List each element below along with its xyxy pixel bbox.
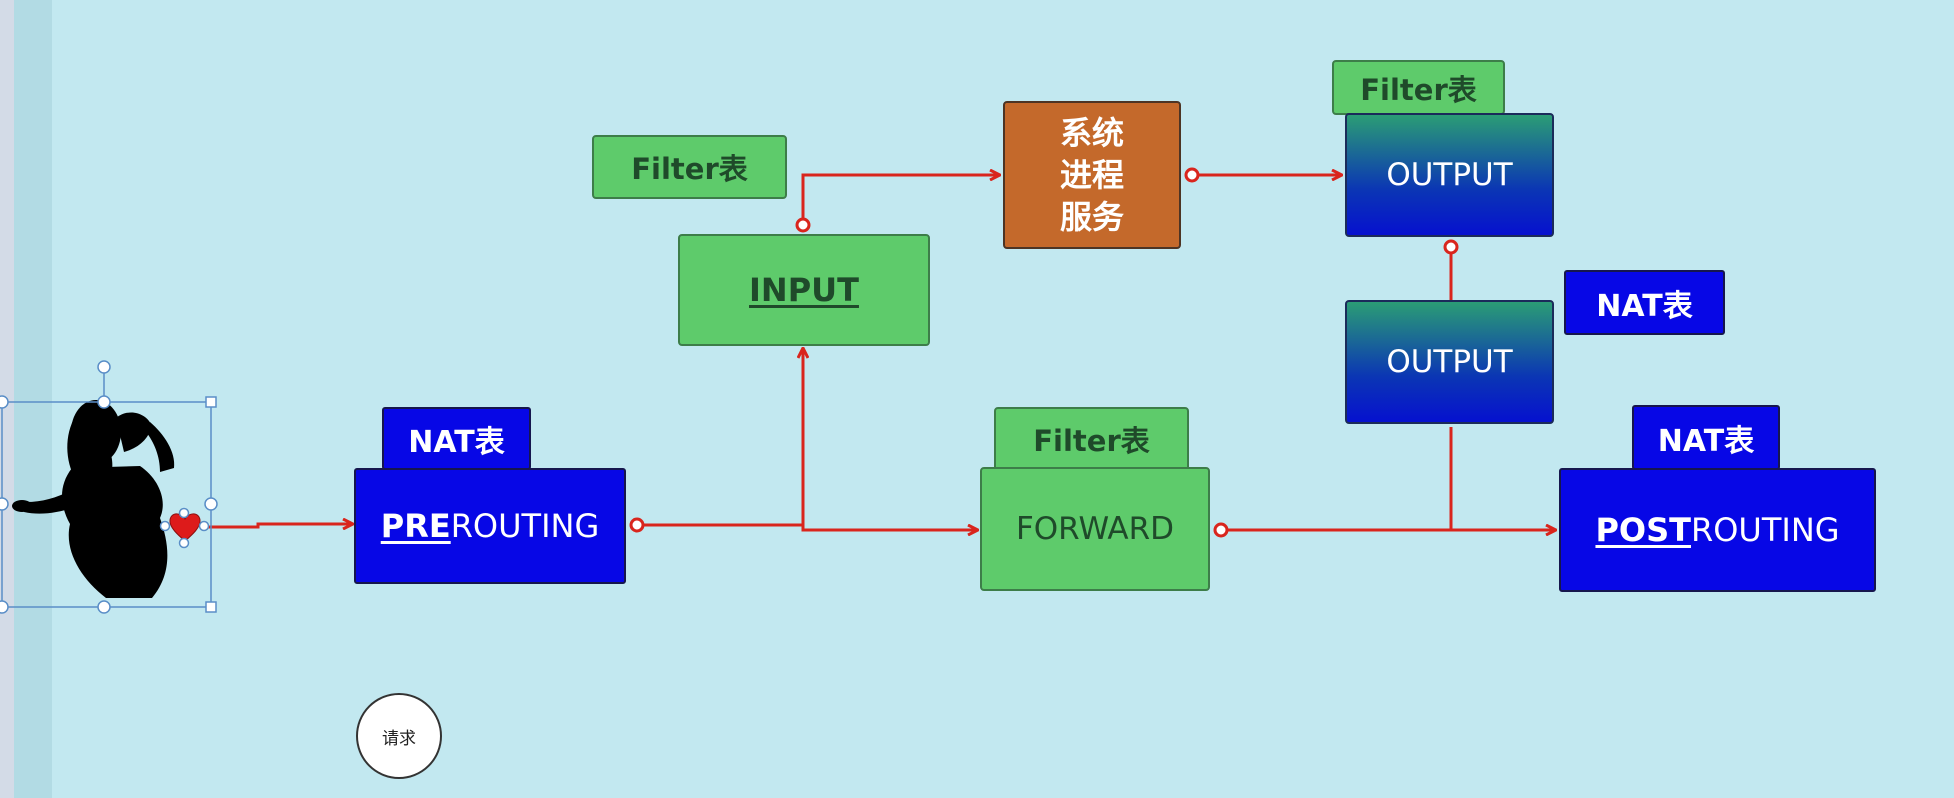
connector-point-output (1443, 239, 1459, 255)
forward-label: FORWARD (1015, 511, 1175, 547)
system-process-label: 系统 进程 服务 (1059, 114, 1124, 236)
postrouting-label-prefix: POST (1595, 511, 1691, 549)
prerouting-chain-box[interactable]: PRE ROUTING (354, 468, 626, 584)
output-nat-label: OUTPUT (1386, 344, 1513, 380)
connector-point-forward (1213, 522, 1229, 538)
output-filter-label: OUTPUT (1386, 157, 1513, 193)
woman-silhouette-icon (12, 400, 175, 598)
arrow-prerouting-to-forward (637, 523, 978, 530)
filter-table-tag-forward[interactable]: Filter表 (994, 407, 1189, 471)
forward-chain-box[interactable]: FORWARD (980, 467, 1210, 591)
connector-point-input (795, 217, 811, 233)
output-chain-box-filter[interactable]: OUTPUT (1345, 113, 1554, 237)
postrouting-label-suffix: ROUTING (1690, 511, 1840, 549)
connector-point-system-process (1184, 167, 1200, 183)
prerouting-label-suffix: ROUTING (450, 507, 600, 545)
request-label: 请求 (382, 728, 416, 749)
filter-table-tag-input[interactable]: Filter表 (592, 135, 787, 199)
postrouting-chain-box[interactable]: POST ROUTING (1559, 468, 1876, 592)
connector-point-prerouting (629, 517, 645, 533)
input-chain-box[interactable]: INPUT (678, 234, 930, 346)
arrow-input-to-system-process (801, 175, 1000, 225)
filter-table-tag-output[interactable]: Filter表 (1332, 60, 1505, 115)
nat-table-tag-output[interactable]: NAT表 (1564, 270, 1725, 335)
request-circle[interactable]: 请求 (356, 693, 442, 779)
client-selection-group[interactable] (0, 360, 230, 620)
nat-table-tag-postrouting[interactable]: NAT表 (1632, 405, 1780, 470)
diagram-canvas: NAT表 PRE ROUTING Filter表 INPUT 系统 进程 服务 F… (0, 0, 1954, 798)
system-process-box[interactable]: 系统 进程 服务 (1003, 101, 1181, 249)
connector-layer (205, 167, 1954, 538)
input-label: INPUT (749, 271, 859, 309)
prerouting-label-prefix: PRE (380, 507, 451, 545)
nat-table-tag-prerouting[interactable]: NAT表 (382, 407, 531, 470)
output-chain-box-nat[interactable]: OUTPUT (1345, 300, 1554, 424)
